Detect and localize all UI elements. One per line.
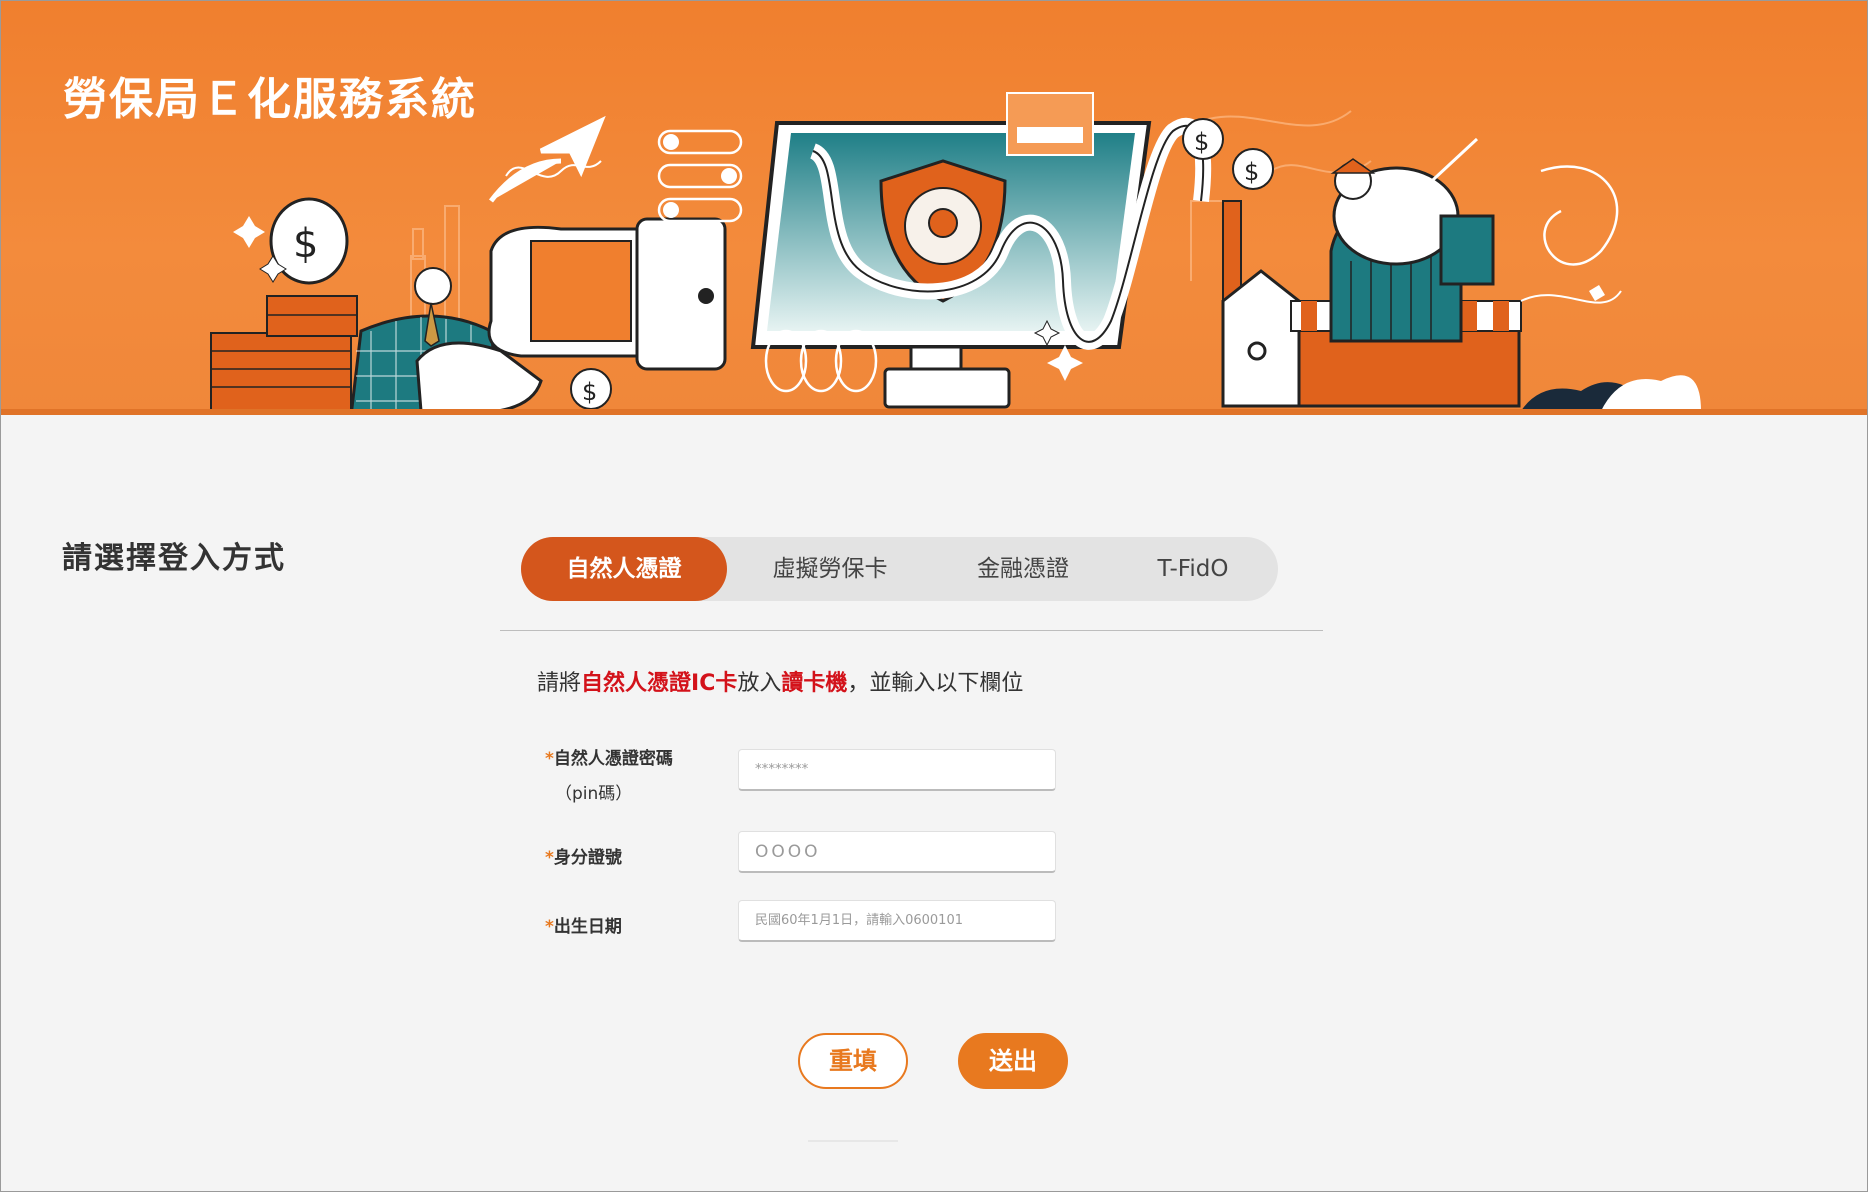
instruction-part2: 放入: [737, 671, 782, 696]
required-mark: *: [545, 749, 554, 769]
tab-virtual-labor-card[interactable]: 虛擬勞保卡: [727, 537, 933, 601]
banner: $ $ $ $ 勞保局Ｅ化服務系統: [1, 1, 1867, 415]
required-mark: *: [545, 917, 554, 937]
id-number-input[interactable]: [738, 831, 1056, 873]
id-label-text: 身分證號: [553, 848, 622, 868]
tab-t-fido[interactable]: T-FidO: [1113, 537, 1273, 601]
page-bottom-indicator: [808, 1140, 898, 1142]
app-title: 勞保局Ｅ化服務系統: [63, 74, 477, 125]
pin-sublabel: （pin碼）: [555, 784, 633, 804]
svg-text:$: $: [1244, 158, 1259, 186]
tab-citizen-certificate[interactable]: 自然人憑證: [521, 537, 727, 601]
pin-field-label: *自然人憑證密碼: [545, 744, 673, 769]
instruction-part3: ，並輸入以下欄位: [847, 671, 1024, 696]
required-mark: *: [545, 848, 554, 868]
instruction-part1: 請將: [537, 671, 582, 696]
banner-bottom-strip: [1, 409, 1867, 415]
id-field-label: *身分證號: [545, 843, 622, 868]
login-method-heading: 請選擇登入方式: [62, 541, 286, 576]
submit-button[interactable]: 送出: [958, 1033, 1068, 1089]
pin-input[interactable]: [738, 749, 1056, 791]
svg-text:$: $: [582, 378, 597, 406]
instruction-highlight-card: 自然人憑證IC卡: [581, 671, 738, 696]
svg-text:$: $: [1194, 128, 1209, 156]
birth-field-label: *出生日期: [545, 912, 622, 937]
birth-label-text: 出生日期: [553, 917, 622, 937]
login-method-tabs: 自然人憑證 虛擬勞保卡 金融憑證 T-FidO: [521, 537, 1278, 601]
reset-button[interactable]: 重填: [798, 1033, 908, 1089]
instruction-text: 請將自然人憑證IC卡放入讀卡機，並輸入以下欄位: [537, 665, 1023, 697]
birth-date-input[interactable]: [738, 900, 1056, 942]
tab-financial-certificate[interactable]: 金融憑證: [933, 537, 1113, 601]
svg-text:$: $: [293, 221, 318, 267]
tabs-divider: [500, 630, 1323, 631]
pin-label-text: 自然人憑證密碼: [553, 749, 673, 769]
instruction-highlight-reader: 讀卡機: [781, 671, 848, 696]
